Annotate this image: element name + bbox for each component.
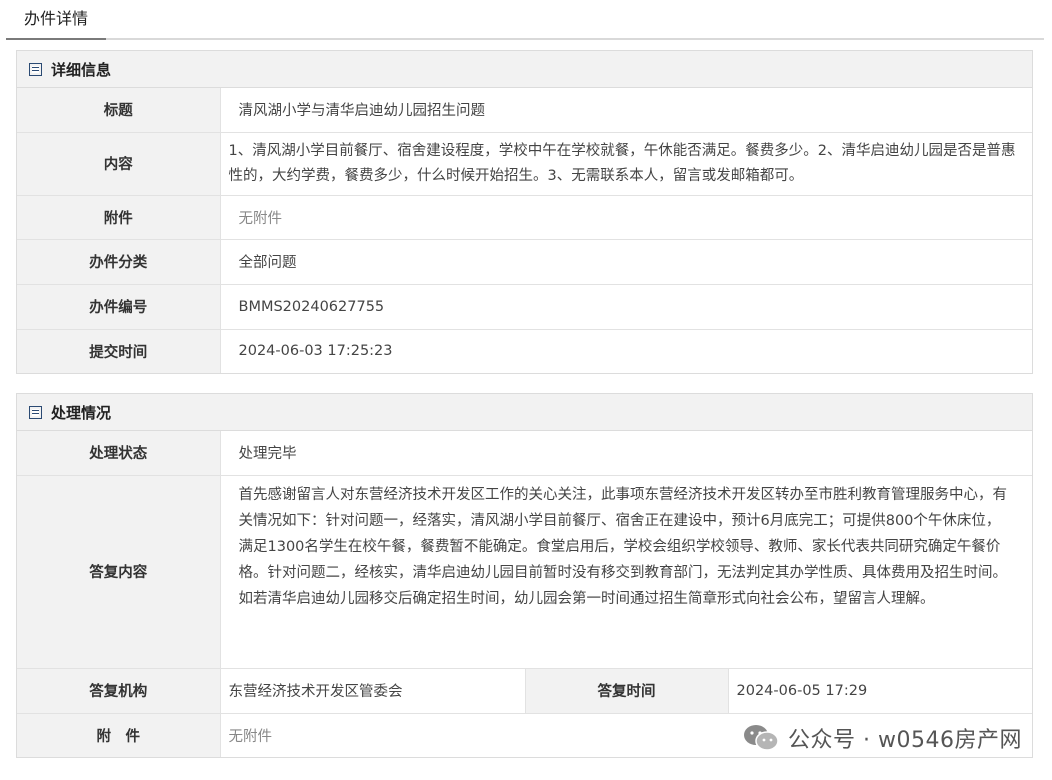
row-value-content: 1、清风湖小学目前餐厅、宿舍建设程度，学校中午在学校就餐，午休能否满足。餐费多少… xyxy=(220,131,1032,195)
row-label-submit-time: 提交时间 xyxy=(17,328,221,373)
table-row: 答复内容 首先感谢留言人对东营经济技术开发区工作的关心关注，此事项东营经济技术开… xyxy=(17,474,1032,668)
row-value-attachment: 无附件 xyxy=(220,194,1032,239)
watermark: 公众号 · w0546房产网 xyxy=(742,720,1022,756)
table-row: 答复机构 东营经济技术开发区管委会 答复时间 2024-06-05 17:29 xyxy=(17,667,1032,713)
row-label-category: 办件分类 xyxy=(17,238,221,284)
row-label-status: 处理状态 xyxy=(17,431,221,475)
row-label-title: 标题 xyxy=(17,88,221,132)
detail-panel-header: 详细信息 xyxy=(17,51,1032,88)
row-label-reply: 答复内容 xyxy=(17,474,221,668)
table-row: 标题 清风湖小学与清华启迪幼儿园招生问题 xyxy=(17,88,1032,132)
table-row: 处理状态 处理完毕 xyxy=(17,431,1032,475)
row-label-attachment: 附件 xyxy=(17,194,221,239)
row-value-title: 清风湖小学与清华启迪幼儿园招生问题 xyxy=(238,103,486,120)
row-value-reply-org: 东营经济技术开发区管委会 xyxy=(220,667,525,713)
row-value-case-number: BMMS20240627755 xyxy=(220,283,1032,329)
row-label-case-number: 办件编号 xyxy=(17,283,221,329)
process-panel-header: 处理情况 xyxy=(17,394,1032,431)
row-label-content: 内容 xyxy=(17,131,221,195)
row-label-reply-org: 答复机构 xyxy=(17,667,221,713)
table-row: 附件 无附件 xyxy=(17,194,1032,239)
detail-table: 标题 清风湖小学与清华启迪幼儿园招生问题 内容 1、清风湖小学目前餐厅、宿舍建设… xyxy=(17,88,1032,373)
row-value-status: 处理完毕 xyxy=(238,446,297,463)
process-panel: 处理情况 处理状态 处理完毕 答复内容 首先感谢留言人对东营经济技术开发区工作的… xyxy=(16,393,1033,758)
list-icon xyxy=(29,62,42,76)
table-row: 内容 1、清风湖小学目前餐厅、宿舍建设程度，学校中午在学校就餐，午休能否满足。餐… xyxy=(17,131,1032,195)
row-label-reply-time: 答复时间 xyxy=(524,667,729,713)
row-value-reply: 首先感谢留言人对东营经济技术开发区工作的关心关注，此事项东营经济技术开发区转办至… xyxy=(220,474,1032,668)
process-panel-title: 处理情况 xyxy=(51,403,112,422)
row-value-submit-time: 2024-06-03 17:25:23 xyxy=(220,328,1032,373)
wechat-icon xyxy=(744,725,779,751)
detail-panel-title: 详细信息 xyxy=(51,60,112,79)
list-icon xyxy=(29,405,42,419)
watermark-text: 公众号 · w0546房产网 xyxy=(788,728,1022,753)
row-value-reply-time: 2024-06-05 17:29 xyxy=(728,667,1032,713)
row-label-reply-attachment: 附 件 xyxy=(17,712,221,757)
tab-bar: 办件详情 xyxy=(6,0,1044,40)
detail-panel: 详细信息 标题 清风湖小学与清华启迪幼儿园招生问题 内容 1、清风湖小学目前餐厅… xyxy=(16,50,1033,374)
table-row: 办件分类 全部问题 xyxy=(17,238,1032,284)
row-value-category: 全部问题 xyxy=(220,238,1032,284)
tab-case-detail[interactable]: 办件详情 xyxy=(6,0,106,40)
process-table: 处理状态 处理完毕 答复内容 首先感谢留言人对东营经济技术开发区工作的关心关注，… xyxy=(17,431,1032,757)
table-row: 办件编号 BMMS20240627755 xyxy=(17,283,1032,329)
table-row: 提交时间 2024-06-03 17:25:23 xyxy=(17,328,1032,373)
